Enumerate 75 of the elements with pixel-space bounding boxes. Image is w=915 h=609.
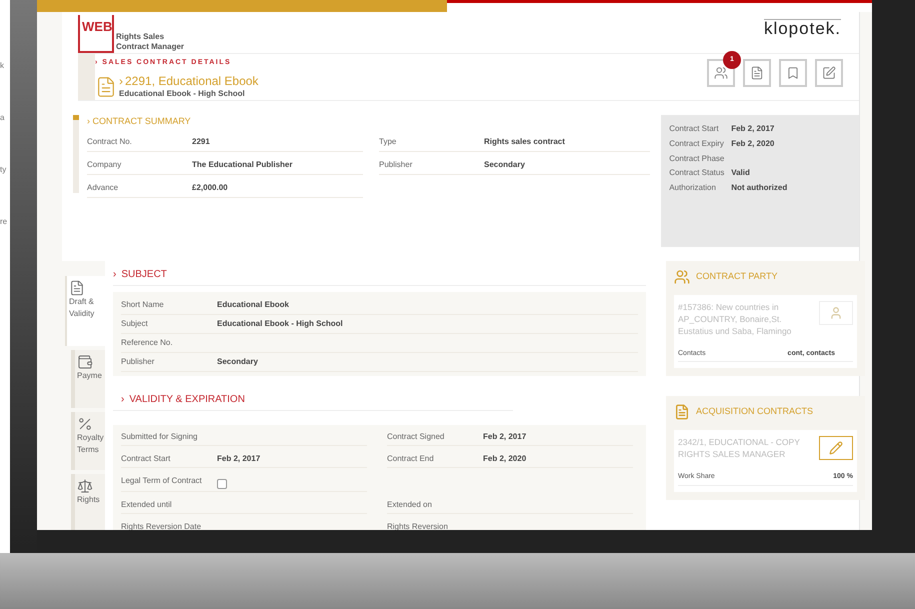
side-tab[interactable]: Rights (71, 474, 105, 530)
field-label: Type (379, 136, 398, 148)
document-icon (69, 280, 85, 296)
section-heading: › SUBJECT (113, 260, 646, 286)
people-icon (714, 66, 728, 80)
field-label: Advance (87, 182, 120, 194)
logo: WEB Rights Sales Contract Manager (78, 15, 184, 53)
side-tab[interactable]: Draft & Validity (65, 276, 105, 346)
contract-title: › 2291, Educational Ebook (119, 74, 258, 88)
text-fragment: a (0, 112, 6, 124)
document-icon (95, 76, 117, 98)
scales-icon (77, 478, 93, 494)
document-icon (750, 66, 764, 80)
field-value: Secondary (484, 159, 526, 171)
field-value: Feb 2, 2017 (731, 122, 774, 134)
field-value: Valid (731, 166, 750, 178)
field-value: Secondary (217, 356, 259, 368)
field-label: Contract Start (669, 122, 720, 134)
field-label: Contract Expiry (669, 138, 725, 150)
text-fragment: ty (0, 164, 8, 176)
contract-subtitle: Educational Ebook - High School (119, 88, 246, 100)
pencil-icon (829, 441, 843, 455)
text-fragment: re (0, 216, 8, 228)
toolbar-button[interactable] (815, 59, 843, 87)
brand-logo: klopotek. (764, 19, 841, 38)
field-label: Legal Term of Contract (121, 474, 203, 487)
text-fragment: k (0, 60, 5, 72)
field-label: Contract Signed (387, 430, 446, 442)
percent-icon (77, 416, 93, 432)
card-text: 2342/1, EDUCATIONAL - COPY RIGHTS SALES MANAGER (678, 436, 801, 460)
field-value: 2291 (192, 136, 211, 148)
field-value: Not authorized (731, 182, 788, 194)
people-icon (674, 268, 690, 284)
field-label: Publisher (379, 159, 414, 171)
field-value: The Educational Publisher (192, 159, 294, 171)
field-label: Submitted for Signing (121, 430, 198, 442)
field-label: Contract No. (87, 136, 133, 148)
wallet-icon (77, 354, 93, 370)
field-label: Publisher (121, 356, 156, 368)
field-label: Rights Reversion (387, 520, 449, 530)
field-label: Contract Phase (669, 152, 726, 164)
toolbar-button[interactable] (743, 59, 771, 87)
card-button[interactable] (819, 436, 853, 460)
toolbar-button[interactable] (779, 59, 807, 87)
field-label: Contract End (387, 452, 435, 464)
edit-icon (822, 66, 836, 80)
field-label: Subject (121, 318, 149, 330)
field-label: Rights Reversion Date (121, 520, 202, 530)
section-heading: › CONTRACT SUMMARY (87, 114, 192, 128)
field-label: Authorization (669, 182, 717, 194)
field-label: Extended on (387, 498, 433, 510)
field-value: Feb 2, 2020 (731, 138, 774, 150)
bookmark-icon (786, 66, 800, 80)
field-value: Feb 2, 2017 (483, 430, 526, 442)
card-text: #157386: New countries in AP_COUNTRY, Bonaire,St. Eustatius und Saba, Flamingo (678, 300, 792, 336)
field-label: Contract Start (121, 452, 172, 464)
field-value: £2,000.00 (192, 182, 229, 194)
field-label: Contract Status (669, 166, 726, 178)
person-icon (829, 306, 843, 320)
field-value: Feb 2, 2017 (217, 452, 260, 464)
field-label: Short Name (121, 298, 165, 310)
checkbox[interactable] (217, 478, 227, 488)
card-title: ACQUISITION CONTRACTS (696, 405, 814, 418)
field-value: Educational Ebook (217, 298, 290, 310)
side-tab[interactable]: Royalty Terms (71, 412, 105, 470)
document-icon (674, 404, 690, 420)
field-label: Extended until (121, 498, 173, 510)
field-value: Feb 2, 2020 (483, 452, 526, 464)
field-value: Rights sales contract (484, 136, 566, 148)
field-label: Reference No. (121, 336, 174, 348)
section-heading: › VALIDITY & EXPIRATION (113, 392, 513, 410)
card-title: CONTRACT PARTY (696, 270, 778, 283)
field-label: Company (87, 159, 122, 171)
field-value: Educational Ebook - High School (217, 318, 344, 330)
side-tab[interactable]: Payme (71, 350, 105, 408)
